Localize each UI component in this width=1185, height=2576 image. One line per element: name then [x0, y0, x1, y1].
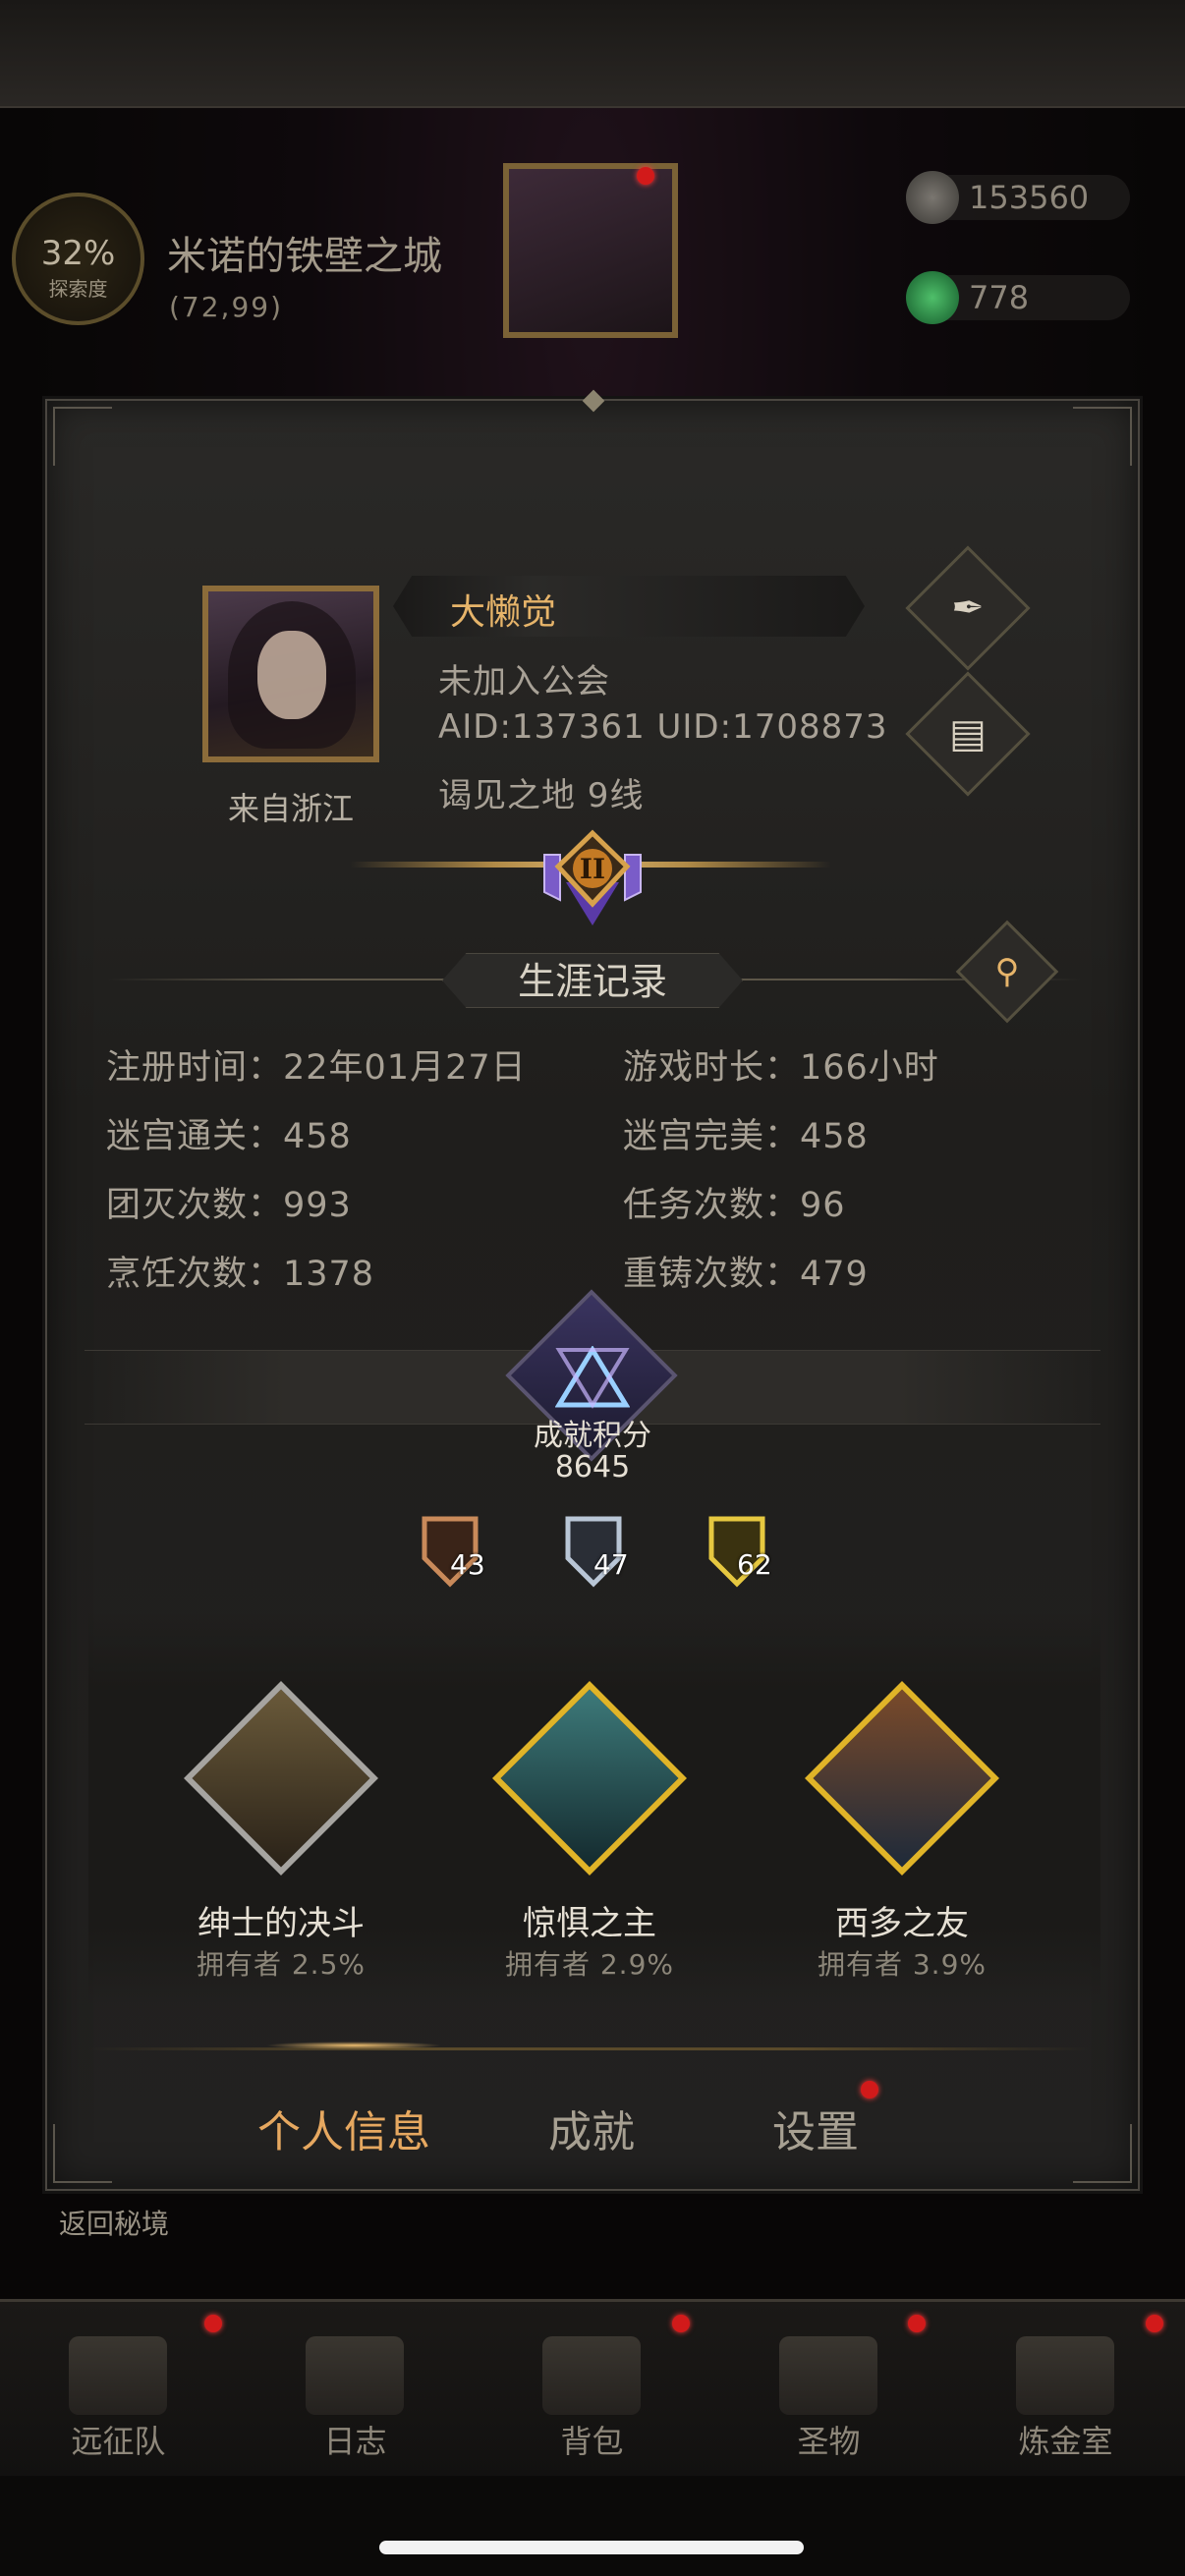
notification-dot: [637, 167, 654, 185]
server-line: 谒见之地 9线: [438, 776, 645, 815]
featured-achievement-2[interactable]: [491, 1680, 688, 1876]
shop-stall-icon: [805, 1681, 999, 1876]
featured-title-2: 惊惧之主: [523, 1904, 656, 1943]
back-to-realm[interactable]: 返回秘境: [59, 2203, 169, 2242]
player-ids: AID:137361 UID:1708873: [438, 707, 888, 747]
gold-count: 62: [737, 1548, 772, 1581]
top-bar: [0, 0, 1185, 108]
magnifier-icon: ⚲: [994, 952, 1020, 991]
stat-maze-perfect: 迷宫完美：458: [623, 1117, 869, 1156]
backpack-icon: [542, 2336, 641, 2415]
top-portrait[interactable]: [503, 163, 678, 338]
exploration-percent: 32%: [40, 234, 116, 273]
location-title: 米诺的铁壁之城: [167, 234, 442, 279]
svg-text:II: II: [580, 853, 605, 885]
tab-divider: [88, 2047, 1091, 2050]
tab-profile[interactable]: 个人信息: [257, 2097, 430, 2159]
ore-stone-icon: [906, 171, 959, 224]
resource-gem: 778: [906, 271, 1130, 324]
gentleman-duel-icon: [184, 1681, 378, 1876]
exploration-label: 探索度: [48, 277, 108, 301]
panel-corner: [53, 2124, 112, 2183]
silver-count: 47: [593, 1548, 629, 1581]
stat-register-date: 注册时间：22年01月27日: [106, 1048, 527, 1088]
stat-playtime: 游戏时长：166小时: [623, 1048, 939, 1088]
gold-medal[interactable]: 62: [707, 1513, 772, 1588]
triangle-star-icon: [555, 1346, 630, 1409]
panel-corner: [53, 407, 112, 466]
panel-corner: [1073, 407, 1132, 466]
settings-badge: [861, 2081, 878, 2099]
silver-medal[interactable]: 47: [564, 1513, 629, 1588]
ore-value: 153560: [969, 179, 1090, 216]
panel-corner: [1073, 2124, 1132, 2183]
featured-owners-3: 拥有者 3.9%: [817, 1948, 988, 1981]
guild-status: 未加入公会: [438, 662, 610, 701]
featured-achievement-1[interactable]: [183, 1680, 379, 1876]
featured-owners-2: 拥有者 2.9%: [504, 1948, 675, 1981]
stat-maze-clear: 迷宫通关：458: [106, 1117, 352, 1156]
achievement-score: 成就积分 8645: [462, 1421, 723, 1484]
brazier-icon: [779, 2336, 877, 2415]
nav-badge: [908, 2315, 926, 2332]
active-tab-glow: [265, 2042, 442, 2049]
exploration-progress[interactable]: 32% 探索度: [12, 193, 144, 325]
nav-badge: [1146, 2315, 1163, 2332]
cthulhu-icon: [492, 1681, 687, 1876]
stat-team-wipes: 团灭次数：993: [106, 1186, 352, 1225]
bronze-count: 43: [450, 1548, 485, 1581]
nav-badge: [204, 2315, 222, 2332]
featured-achievement-3[interactable]: [804, 1680, 1000, 1876]
nav-backpack[interactable]: 背包: [474, 2417, 710, 2462]
feather-quill-icon: ✒: [951, 586, 985, 631]
featured-title-1: 绅士的决斗: [198, 1904, 365, 1943]
document-icon: ▤: [949, 711, 987, 756]
resource-ore: 153560: [906, 171, 1130, 224]
tab-achievements[interactable]: 成就: [548, 2097, 635, 2159]
nav-journal[interactable]: 日志: [237, 2417, 474, 2462]
player-avatar[interactable]: [202, 586, 379, 762]
scroll-icon: [306, 2336, 404, 2415]
avatar-face: [257, 631, 326, 719]
nav-expedition[interactable]: 远征队: [0, 2417, 237, 2462]
player-name: 大懒觉: [450, 592, 557, 633]
stat-cooking: 烹饪次数：1378: [106, 1255, 375, 1294]
nav-alchemy[interactable]: 炼金室: [947, 2417, 1184, 2462]
stat-reforge: 重铸次数：479: [623, 1255, 869, 1294]
green-gem-icon: [906, 271, 959, 324]
home-indicator[interactable]: [379, 2541, 804, 2554]
achievement-score-label: 成就积分: [534, 1419, 651, 1453]
nav-relics[interactable]: 圣物: [710, 2417, 947, 2462]
featured-owners-1: 拥有者 2.5%: [196, 1948, 367, 1981]
stat-quests: 任务次数：96: [623, 1186, 846, 1225]
helmet-icon: [69, 2336, 167, 2415]
player-origin: 来自浙江: [227, 790, 354, 827]
rank-emblem: II: [543, 829, 642, 925]
gem-value: 778: [969, 279, 1030, 316]
location-coords: (72,99): [169, 291, 284, 323]
bronze-medal[interactable]: 43: [421, 1513, 485, 1588]
alchemy-icon: [1016, 2336, 1114, 2415]
tab-settings[interactable]: 设置: [772, 2097, 859, 2159]
featured-title-3: 西多之友: [835, 1904, 969, 1943]
career-title: 生涯记录: [442, 953, 743, 1008]
nav-badge: [672, 2315, 690, 2332]
achievement-score-value: 8645: [554, 1450, 631, 1484]
